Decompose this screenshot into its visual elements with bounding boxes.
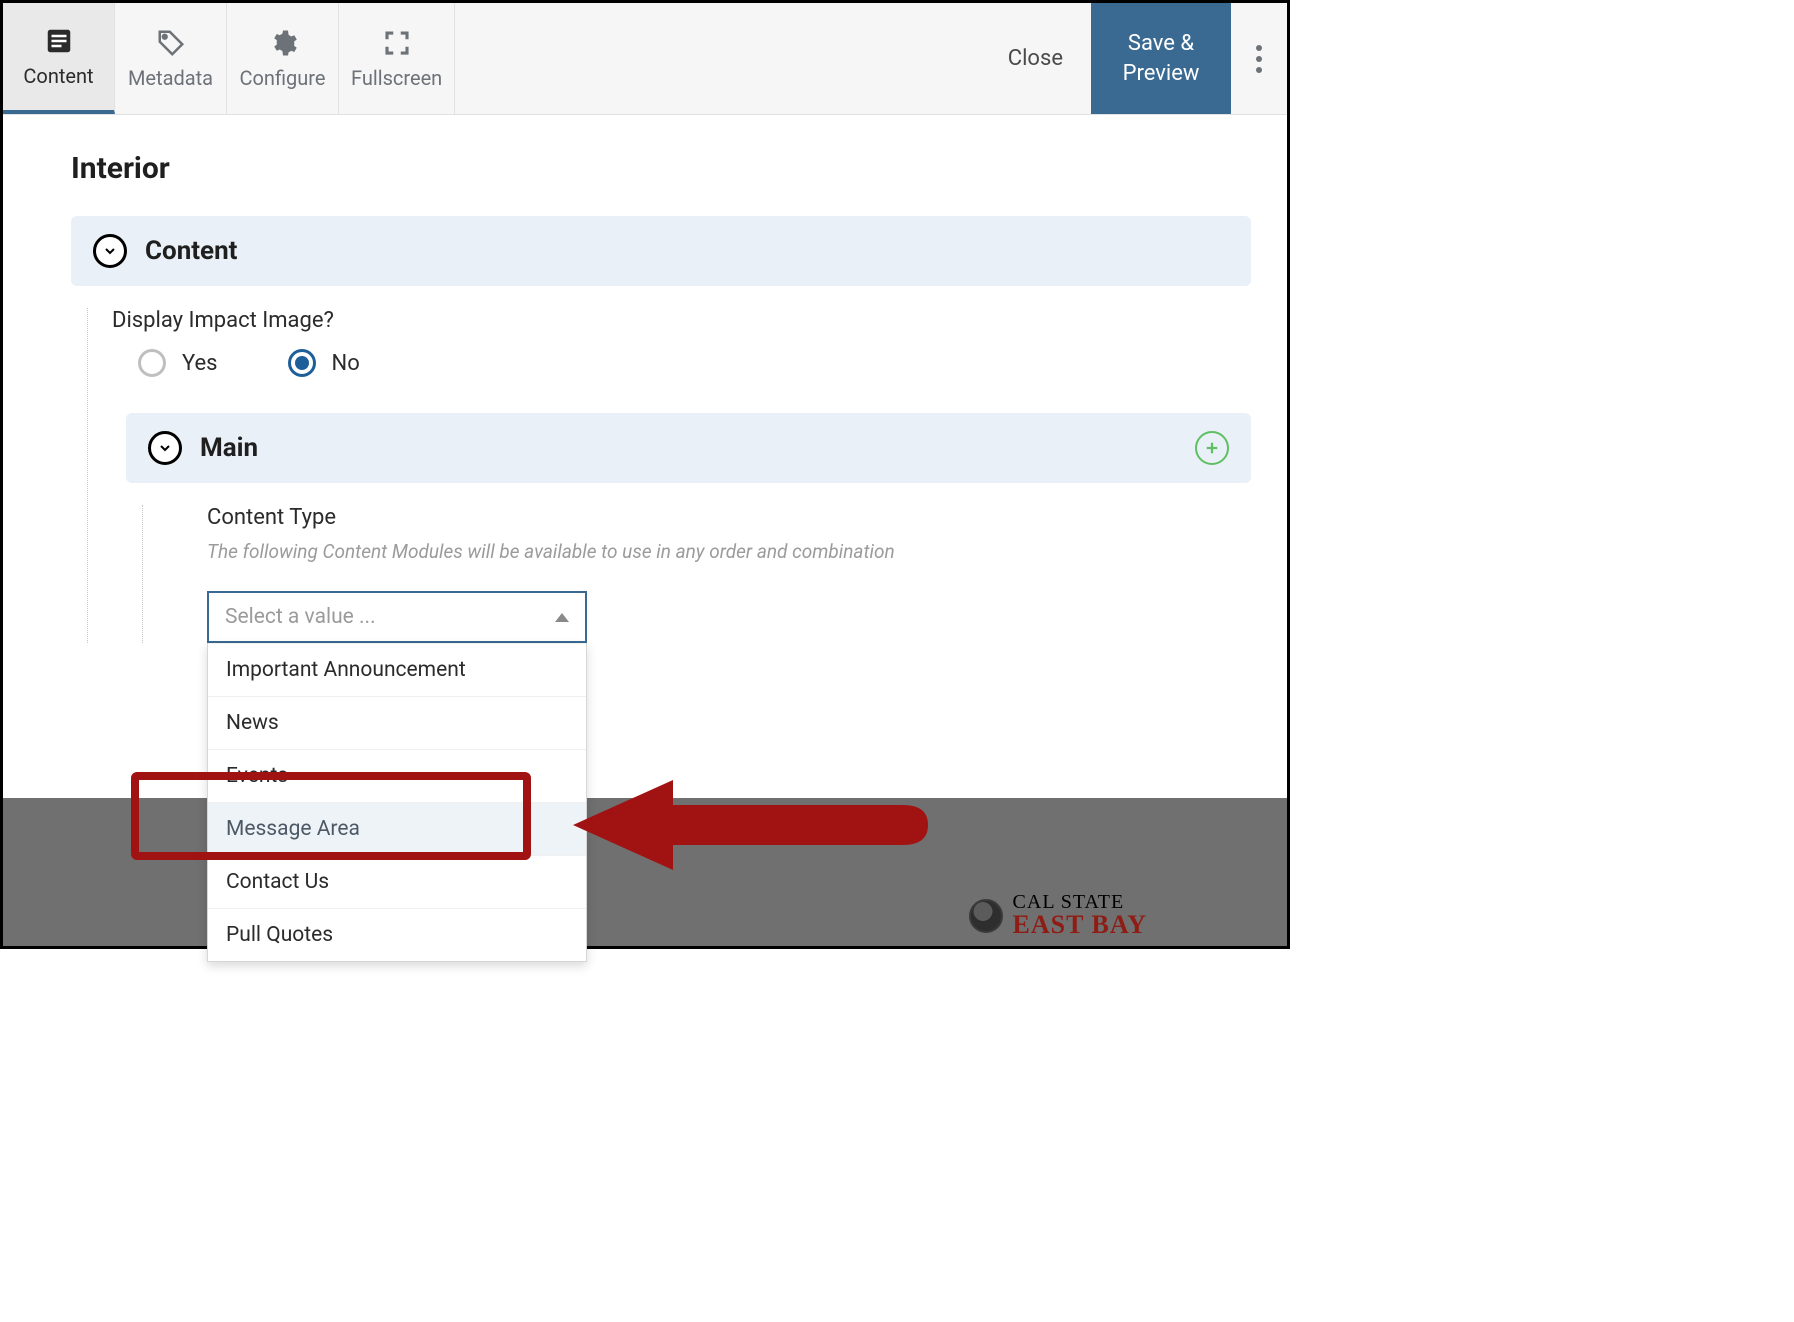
tab-metadata[interactable]: Metadata: [115, 3, 227, 114]
tab-label: Metadata: [128, 66, 213, 90]
section-content-header[interactable]: Content: [71, 216, 1251, 286]
close-button[interactable]: Close: [980, 3, 1091, 114]
section-title: Main: [200, 433, 258, 463]
content-type-label: Content Type: [207, 505, 1251, 530]
option-events[interactable]: Events: [208, 749, 586, 802]
page-title: Interior: [39, 151, 1251, 186]
display-impact-label: Display Impact Image?: [112, 308, 1251, 333]
content-type-description: The following Content Modules will be av…: [207, 540, 1251, 563]
radio-icon: [288, 349, 316, 377]
option-important-announcement[interactable]: Important Announcement: [208, 643, 586, 696]
more-menu-button[interactable]: [1231, 3, 1287, 114]
chevron-down-icon[interactable]: [148, 431, 182, 465]
tag-icon: [156, 28, 186, 58]
tab-content[interactable]: Content: [3, 3, 115, 114]
chevron-down-icon[interactable]: [93, 234, 127, 268]
section-main-header[interactable]: Main: [126, 413, 1251, 483]
section-title: Content: [145, 236, 237, 266]
caret-up-icon: [555, 613, 569, 622]
content-type-dropdown: Select a value ... Important Announcemen…: [207, 591, 587, 643]
display-impact-radios: Yes No: [112, 349, 1251, 377]
tab-fullscreen[interactable]: Fullscreen: [339, 3, 455, 114]
radio-no[interactable]: No: [288, 349, 360, 377]
content-type-menu: Important Announcement News Events Messa…: [207, 643, 587, 962]
tab-label: Fullscreen: [351, 66, 442, 90]
tab-label: Configure: [239, 66, 325, 90]
callout-arrow: [543, 775, 933, 875]
option-message-area[interactable]: Message Area: [208, 802, 586, 855]
add-icon[interactable]: [1195, 431, 1229, 465]
option-news[interactable]: News: [208, 696, 586, 749]
footer-logo: CAL STATE EAST BAY: [969, 891, 1147, 940]
gear-icon: [268, 28, 298, 58]
content-icon: [44, 26, 74, 56]
save-preview-button[interactable]: Save & Preview: [1091, 3, 1231, 114]
seal-icon: [969, 899, 1003, 933]
tab-configure[interactable]: Configure: [227, 3, 339, 114]
option-pull-quotes[interactable]: Pull Quotes: [208, 908, 586, 961]
radio-icon: [138, 349, 166, 377]
fullscreen-icon: [382, 28, 412, 58]
toolbar: Content Metadata Configure Fullscreen Cl…: [3, 3, 1287, 115]
dropdown-placeholder: Select a value ...: [225, 605, 376, 629]
tab-label: Content: [23, 64, 93, 88]
content-type-select[interactable]: Select a value ...: [207, 591, 587, 643]
option-contact-us[interactable]: Contact Us: [208, 855, 586, 908]
radio-yes[interactable]: Yes: [138, 349, 218, 377]
